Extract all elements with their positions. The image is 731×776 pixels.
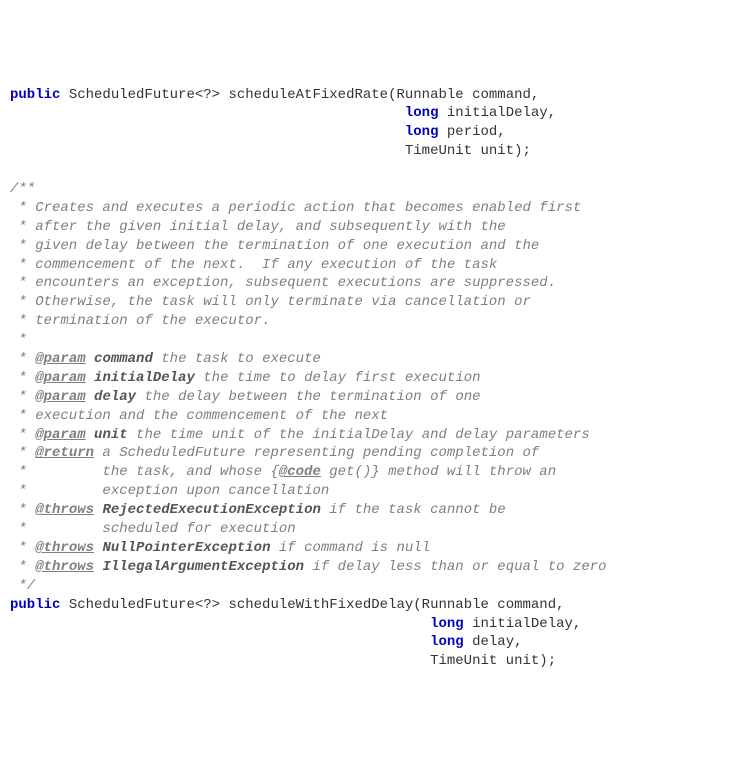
javadoc-line: * after the given initial delay, and sub… — [10, 219, 506, 235]
keyword-public: public — [10, 87, 60, 103]
param-desc: the time unit of the initialDelay and de… — [128, 427, 590, 443]
javadoc-prefix: * — [10, 540, 35, 556]
indent — [10, 124, 405, 140]
javadoc-prefix: * — [10, 370, 35, 386]
javadoc-line: * execution and the commencement of the … — [10, 408, 388, 424]
keyword-long: long — [430, 616, 464, 632]
method-sig-2: ScheduledFuture<?> scheduleWithFixedDela… — [60, 597, 564, 613]
javadoc-prefix: * — [10, 351, 35, 367]
throws-desc: if the task cannot be — [321, 502, 506, 518]
keyword-long: long — [405, 105, 439, 121]
param-tag: @param — [35, 389, 85, 405]
javadoc-prefix: * — [10, 559, 35, 575]
throws-tag: @throws — [35, 502, 94, 518]
param-desc: the delay between the termination of one — [136, 389, 480, 405]
keyword-public: public — [10, 597, 60, 613]
javadoc-open: /** — [10, 181, 35, 197]
javadoc-line: * scheduled for execution — [10, 521, 296, 537]
method-sig-1: ScheduledFuture<?> scheduleAtFixedRate(R… — [60, 87, 539, 103]
javadoc-line: * Creates and executes a periodic action… — [10, 200, 581, 216]
throws-desc: if command is null — [270, 540, 430, 556]
indent — [10, 634, 430, 650]
param-text: initialDelay, — [438, 105, 556, 121]
javadoc-prefix: * — [10, 502, 35, 518]
throws-desc: if delay less than or equal to zero — [304, 559, 606, 575]
javadoc-line: * given delay between the termination of… — [10, 238, 539, 254]
param-desc: the time to delay first execution — [195, 370, 481, 386]
javadoc-line: * the task, and whose { — [10, 464, 279, 480]
javadoc-prefix: * — [10, 445, 35, 461]
javadoc-line: * commencement of the next. If any execu… — [10, 257, 497, 273]
param-text: TimeUnit unit); — [10, 143, 531, 159]
param-tag: @param — [35, 427, 85, 443]
param-tag: @param — [35, 370, 85, 386]
javadoc-line: * exception upon cancellation — [10, 483, 329, 499]
javadoc-line: get()} method will throw an — [321, 464, 556, 480]
throws-tag: @throws — [35, 559, 94, 575]
param-tag: @param — [35, 351, 85, 367]
param-text: TimeUnit unit); — [10, 653, 556, 669]
param-name: initialDelay — [94, 370, 195, 386]
code-block: public ScheduledFuture<?> scheduleAtFixe… — [10, 86, 721, 672]
javadoc-line: * termination of the executor. — [10, 313, 270, 329]
return-desc: a ScheduledFuture representing pending c… — [94, 445, 539, 461]
throws-name: NullPointerException — [102, 540, 270, 556]
param-text: initialDelay, — [464, 616, 582, 632]
javadoc-line: * encounters an exception, subsequent ex… — [10, 275, 556, 291]
code-tag: @code — [279, 464, 321, 480]
keyword-long: long — [405, 124, 439, 140]
javadoc-prefix: * — [10, 389, 35, 405]
param-desc: the task to execute — [153, 351, 321, 367]
javadoc-line: * Otherwise, the task will only terminat… — [10, 294, 531, 310]
keyword-long: long — [430, 634, 464, 650]
param-name: unit — [94, 427, 128, 443]
javadoc-prefix: * — [10, 427, 35, 443]
throws-tag: @throws — [35, 540, 94, 556]
param-name: delay — [94, 389, 136, 405]
javadoc-line: * — [10, 332, 27, 348]
indent — [10, 616, 430, 632]
param-text: period, — [438, 124, 505, 140]
throws-name: IllegalArgumentException — [102, 559, 304, 575]
javadoc-close: */ — [10, 578, 35, 594]
return-tag: @return — [35, 445, 94, 461]
indent — [10, 105, 405, 121]
param-text: delay, — [464, 634, 523, 650]
throws-name: RejectedExecutionException — [102, 502, 320, 518]
param-name: command — [94, 351, 153, 367]
